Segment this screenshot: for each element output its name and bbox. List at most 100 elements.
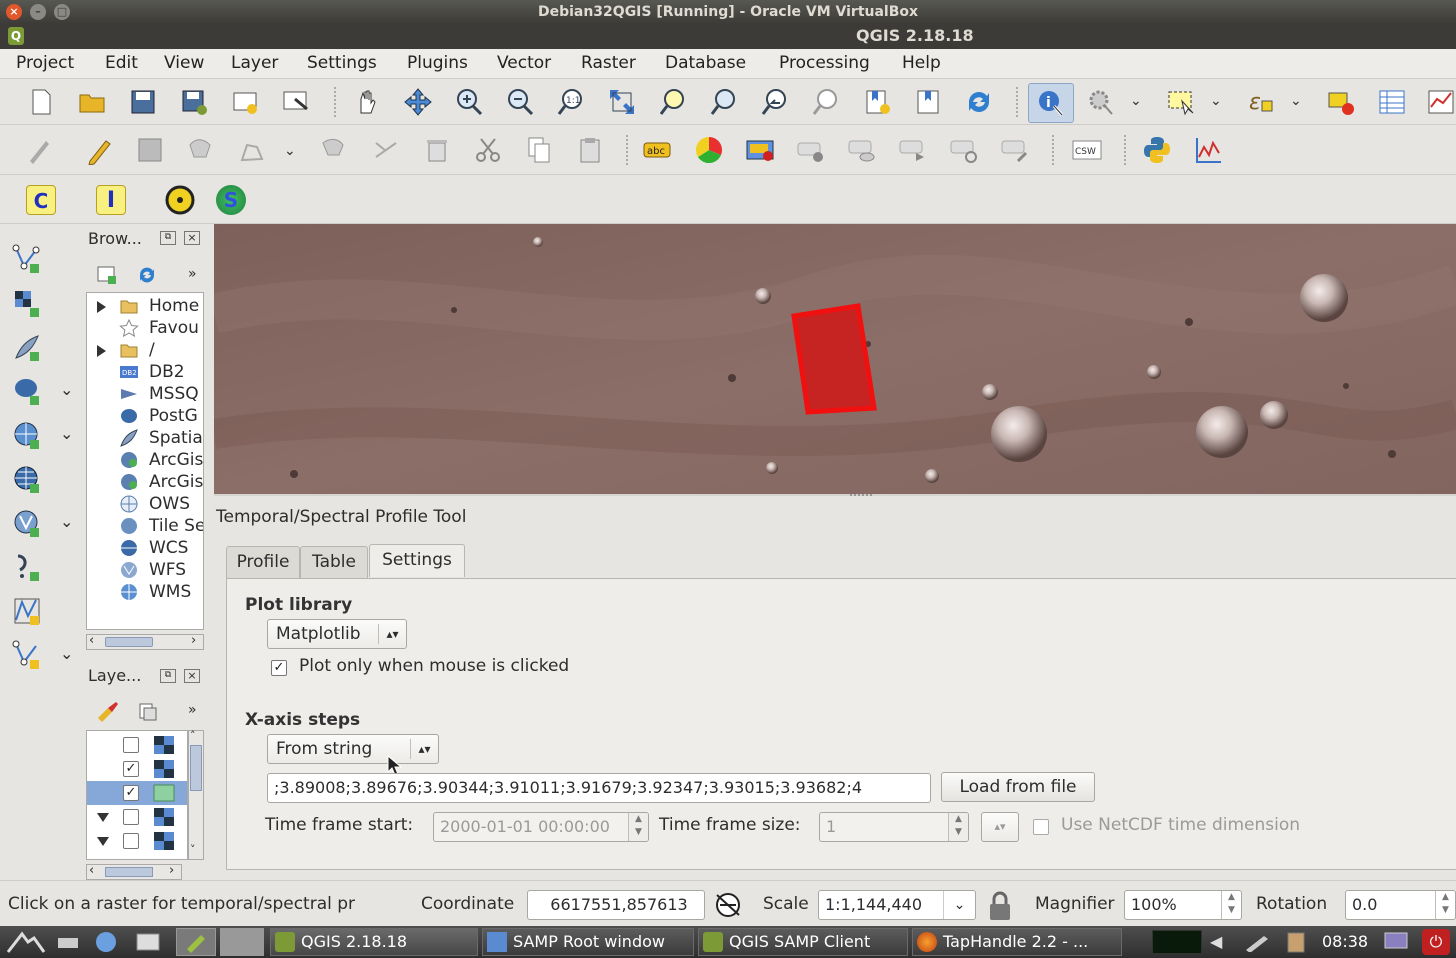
browser-item[interactable]: WCS — [87, 537, 203, 559]
scroll-down-icon[interactable]: ˅ — [190, 843, 196, 856]
move-label-icon[interactable] — [896, 133, 930, 167]
zoom-in-icon[interactable] — [452, 85, 486, 119]
menu-processing[interactable]: Processing — [779, 53, 870, 73]
expand-arrow-icon[interactable] — [97, 301, 106, 313]
select-features-icon[interactable] — [1164, 85, 1198, 119]
save-project-icon[interactable] — [126, 85, 160, 119]
menu-raster[interactable]: Raster — [581, 53, 636, 73]
tab-table[interactable]: Table — [300, 546, 368, 578]
show-hide-labels-icon[interactable] — [845, 133, 879, 167]
vertex-tool-icon[interactable] — [369, 133, 403, 167]
close-icon[interactable]: × — [6, 4, 22, 20]
layer-row[interactable] — [87, 733, 187, 757]
save-layer-edits-icon[interactable] — [133, 133, 167, 167]
magnifier-spinbox[interactable]: 100% ▲ ▼ — [1124, 890, 1242, 920]
blank-launcher-icon[interactable] — [220, 928, 264, 956]
task-qgis[interactable]: QGIS 2.18.18 — [270, 928, 478, 956]
rotation-spinbox[interactable]: 0.0 ▲ ▼ — [1345, 890, 1456, 920]
qgis-launcher-icon[interactable] — [176, 928, 216, 956]
maximize-icon[interactable]: □ — [54, 4, 70, 20]
zoom-to-selection-icon[interactable] — [656, 85, 690, 119]
float-panel-icon[interactable]: ⧉ — [160, 669, 176, 683]
scroll-thumb[interactable] — [105, 637, 153, 647]
zoom-last-icon[interactable] — [758, 85, 792, 119]
chevron-down-icon[interactable]: ⌄ — [60, 644, 73, 663]
delete-selected-icon[interactable] — [420, 133, 454, 167]
copy-icon[interactable] — [522, 133, 556, 167]
show-bookmarks-icon[interactable] — [911, 85, 945, 119]
zoom-next-icon[interactable] — [809, 85, 843, 119]
scroll-left-icon[interactable]: ‹ — [89, 633, 94, 648]
chevron-down-icon[interactable]: ⌄ — [284, 143, 296, 159]
close-panel-icon[interactable]: × — [184, 231, 200, 245]
layer-visibility-checkbox[interactable] — [123, 833, 139, 849]
add-vector-layer-icon[interactable] — [10, 242, 44, 276]
menu-help[interactable]: Help — [902, 53, 941, 73]
new-print-composer-icon[interactable] — [228, 85, 262, 119]
paste-icon[interactable] — [573, 133, 607, 167]
more-tools-icon[interactable]: » — [188, 266, 197, 282]
browser-item[interactable]: Spatia — [87, 427, 203, 449]
browser-item[interactable]: MSSQ — [87, 383, 203, 405]
zoom-out-icon[interactable] — [503, 85, 537, 119]
scroll-up-icon[interactable]: ˄ — [190, 729, 196, 742]
save-as-icon[interactable] — [177, 85, 211, 119]
pan-to-selection-icon[interactable] — [401, 85, 435, 119]
deselect-icon[interactable] — [1324, 85, 1358, 119]
refresh-icon[interactable] — [136, 264, 158, 286]
layer-visibility-checkbox[interactable] — [123, 809, 139, 825]
float-panel-icon[interactable]: ⧉ — [160, 231, 176, 245]
menu-vector[interactable]: Vector — [497, 53, 551, 73]
new-spatialite-layer-icon[interactable] — [10, 638, 44, 672]
composer-manager-icon[interactable] — [279, 85, 313, 119]
browser-item[interactable]: OWS — [87, 493, 203, 515]
footprint-polygon[interactable] — [791, 303, 877, 415]
add-raster-layer-icon[interactable] — [10, 286, 44, 320]
browser-item[interactable]: PostG — [87, 405, 203, 427]
tab-profile[interactable]: Profile — [226, 546, 300, 578]
browser-item[interactable]: / — [87, 339, 203, 361]
layer-row[interactable]: ✓ — [87, 757, 187, 781]
xaxis-mode-select[interactable]: From string ▴▾ — [267, 734, 439, 764]
highlight-pinned-labels-icon[interactable] — [743, 133, 777, 167]
move-feature-icon[interactable] — [235, 133, 269, 167]
menu-view[interactable]: View — [164, 53, 204, 73]
lock-scale-icon[interactable] — [986, 890, 1014, 922]
pen-icon[interactable] — [1244, 932, 1270, 953]
menu-settings[interactable]: Settings — [307, 53, 377, 73]
refresh-icon[interactable] — [962, 85, 996, 119]
minimize-icon[interactable]: – — [30, 4, 46, 20]
zoom-native-icon[interactable]: 1:1 — [554, 85, 588, 119]
plot-only-clicked-checkbox[interactable]: ✓ — [271, 660, 287, 676]
current-edits-icon[interactable] — [22, 133, 56, 167]
target-plugin-icon[interactable] — [163, 183, 197, 217]
python-console-icon[interactable] — [1140, 133, 1174, 167]
pan-icon[interactable] — [350, 85, 384, 119]
chevron-down-icon[interactable]: ⌄ — [943, 891, 975, 919]
display-icon[interactable] — [1382, 930, 1410, 954]
s-plugin-button[interactable]: S — [214, 183, 248, 217]
browser-hscrollbar[interactable]: ‹ › — [86, 633, 204, 650]
toggle-editing-icon[interactable] — [82, 133, 116, 167]
menu-edit[interactable]: Edit — [105, 53, 138, 73]
scroll-right-icon[interactable]: › — [191, 633, 196, 648]
browser-item[interactable]: ArcGis — [87, 471, 203, 493]
add-feature-icon[interactable] — [184, 133, 218, 167]
file-manager-icon[interactable] — [134, 930, 162, 954]
rotate-label-icon[interactable] — [947, 133, 981, 167]
attribute-table-icon[interactable] — [1375, 85, 1409, 119]
layer-visibility-checkbox[interactable]: ✓ — [123, 761, 139, 777]
browser-item[interactable]: Home — [87, 295, 203, 317]
more-tools-icon[interactable]: » — [188, 702, 197, 718]
browser-item[interactable]: WFS — [87, 559, 203, 581]
layers-hscrollbar[interactable]: ‹ › — [86, 863, 182, 880]
close-panel-icon[interactable]: × — [184, 669, 200, 683]
profile-tool-icon[interactable] — [1191, 133, 1225, 167]
chevron-down-icon[interactable]: ⌄ — [60, 512, 73, 531]
layer-styling-icon[interactable] — [96, 700, 120, 722]
plot-library-select[interactable]: Matplotlib ▴▾ — [267, 619, 407, 649]
layers-vscrollbar[interactable]: ˄ ˅ — [188, 729, 204, 860]
scroll-thumb[interactable] — [190, 745, 202, 791]
chevron-down-icon[interactable]: ⌄ — [1290, 93, 1302, 109]
identify-icon[interactable]: i — [1028, 83, 1074, 123]
